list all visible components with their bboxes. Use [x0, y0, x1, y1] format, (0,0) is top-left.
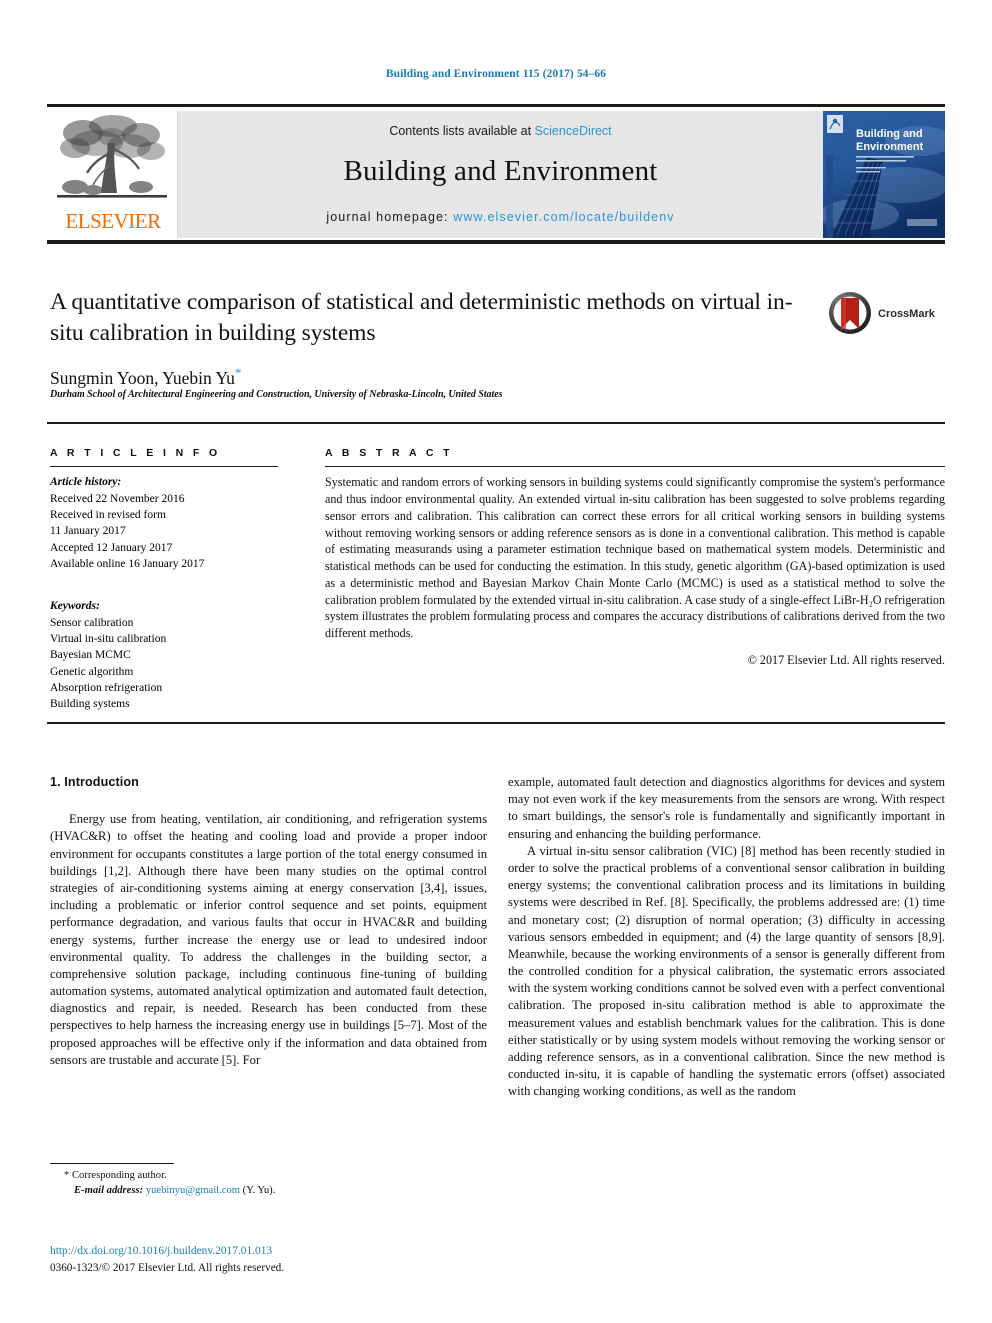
history-line: Received 22 November 2016: [50, 492, 185, 505]
elsevier-wordmark: ELSEVIER: [65, 209, 161, 233]
keywords-label: Keywords:: [50, 600, 100, 613]
journal-title: Building and Environment: [343, 155, 658, 187]
doi-link[interactable]: http://dx.doi.org/10.1016/j.buildenv.201…: [50, 1243, 490, 1260]
journal-cover-thumbnail: Building and Environment: [823, 111, 945, 238]
journal-masthead: ELSEVIER Contents lists available at Sci…: [47, 104, 945, 238]
abstract-heading: A B S T R A C T: [325, 447, 453, 459]
paragraph-text: example, automated fault detection and d…: [508, 775, 945, 841]
history-line: Received in revised form: [50, 509, 166, 522]
issn-copyright-line: 0360-1323/© 2017 Elsevier Ltd. All right…: [50, 1262, 285, 1275]
footnote-block: * Corresponding author. E-mail address: …: [50, 1163, 487, 1199]
body-paragraph: A virtual in-situ sensor calibration (VI…: [508, 843, 945, 1101]
sciencedirect-link[interactable]: ScienceDirect: [535, 124, 612, 138]
body-column-left: 1. Introduction Energy use from heating,…: [50, 774, 487, 1069]
email-note: E-mail address: yuebinyu@gmail.com (Y. Y…: [50, 1183, 487, 1198]
abstract-top-rule: [47, 422, 945, 424]
homepage-link[interactable]: www.elsevier.com/locate/buildenv: [453, 210, 674, 224]
keyword-item: Building systems: [50, 698, 130, 711]
crossmark-badge[interactable]: CrossMark: [826, 289, 946, 337]
footnote-rule: [50, 1163, 174, 1164]
journal-band: Contents lists available at ScienceDirec…: [178, 111, 823, 238]
body-paragraph: Energy use from heating, ventilation, ai…: [50, 811, 487, 1069]
affiliation: Durham School of Architectural Engineeri…: [50, 389, 503, 400]
body-paragraph: example, automated fault detection and d…: [508, 774, 945, 843]
abstract-rule: [325, 466, 945, 468]
email-label: E-mail address:: [74, 1185, 144, 1197]
article-info-heading: A R T I C L E I N F O: [50, 447, 221, 459]
article-info-column: Article history: Received 22 November 20…: [50, 466, 278, 713]
elsevier-logo: ELSEVIER: [47, 111, 178, 238]
keyword-item: Absorption refrigeration: [50, 682, 163, 694]
crossmark-icon: CrossMark: [829, 292, 936, 334]
keyword-item: Bayesian MCMC: [50, 649, 131, 662]
history-line: Accepted 12 January 2017: [50, 541, 173, 554]
corresponding-author-note: * Corresponding author.: [64, 1170, 167, 1181]
running-head: Building and Environment 115 (2017) 54–6…: [385, 68, 607, 80]
homepage-prefix: journal homepage:: [326, 210, 454, 224]
history-line: Available online 16 January 2017: [50, 558, 205, 571]
abstract-bottom-rule: [47, 722, 945, 724]
crossmark-label: CrossMark: [878, 308, 936, 320]
section-heading-introduction: 1. Introduction: [50, 775, 139, 789]
journal-homepage-line: journal homepage: www.elsevier.com/locat…: [178, 210, 823, 224]
email-suffix: (Y. Yu).: [242, 1185, 276, 1197]
contents-list-line: Contents lists available at ScienceDirec…: [178, 124, 823, 138]
article-history-label: Article history:: [50, 476, 122, 489]
corresponding-author-marker: *: [234, 365, 242, 381]
keyword-item: Sensor calibration: [50, 616, 134, 629]
keywords-block: Keywords: Sensor calibration Virtual in-…: [50, 598, 278, 712]
keyword-item: Virtual in-situ calibration: [50, 633, 167, 646]
body-column-right: example, automated fault detection and d…: [508, 774, 945, 1101]
author-list: Sungmin Yoon, Yuebin Yu*: [50, 365, 810, 389]
email-link[interactable]: yuebinyu@gmail.com: [146, 1185, 240, 1196]
elsevier-tree-icon: [57, 115, 167, 198]
paragraph-text: Energy use from heating, ventilation, ai…: [50, 812, 487, 1067]
page-title: A quantitative comparison of statistical…: [50, 289, 793, 347]
keyword-item: Genetic algorithm: [50, 665, 134, 678]
paper-page: Building and Environment 115 (2017) 54–6…: [0, 0, 992, 1323]
paragraph-text: A virtual in-situ sensor calibration (VI…: [508, 843, 945, 1099]
masthead-bottom-rule: [47, 240, 945, 244]
article-info-rule: [50, 466, 278, 468]
cover-art: Building and Environment: [823, 111, 945, 238]
abstract-column: Systematic and random errors of working …: [325, 466, 945, 668]
contents-prefix: Contents lists available at: [389, 124, 535, 138]
history-line: 11 January 2017: [50, 525, 126, 538]
footer-block: http://dx.doi.org/10.1016/j.buildenv.201…: [50, 1243, 490, 1277]
abstract-copyright: © 2017 Elsevier Ltd. All rights reserved…: [747, 652, 945, 667]
author-names: Sungmin Yoon, Yuebin Yu: [50, 367, 235, 388]
abstract-text: Systematic and random errors of working …: [325, 475, 945, 640]
title-block: A quantitative comparison of statistical…: [50, 287, 810, 389]
svg-text:Environment: Environment: [856, 141, 924, 153]
svg-text:Building and: Building and: [856, 128, 923, 140]
